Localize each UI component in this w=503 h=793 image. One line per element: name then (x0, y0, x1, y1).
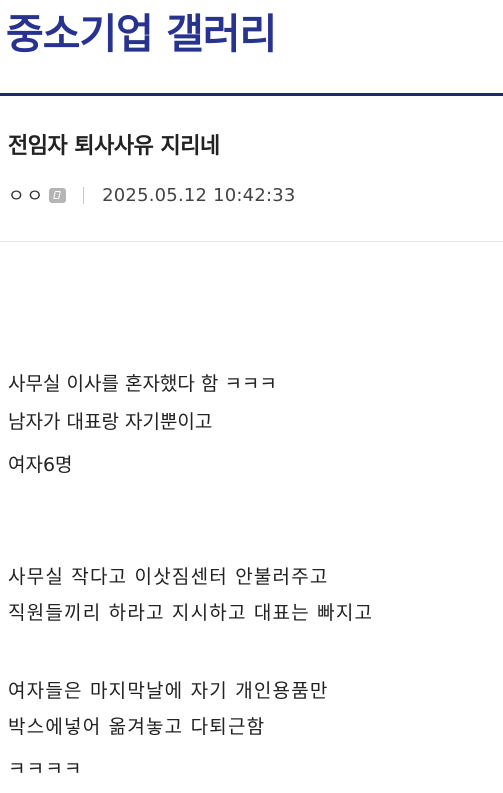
body-line: 사무실 작다고 이삿짐센터 안불러주고 (8, 566, 329, 588)
writer-badge-icon (49, 187, 67, 203)
body-line: 사무실 이사를 혼자했다 함 ㅋㅋㅋ (8, 373, 277, 395)
meta-divider (83, 186, 85, 204)
body-line: 직원들끼리 하라고 지시하고 대표는 빠지고 (8, 602, 374, 624)
author-name[interactable]: ㅇㅇ (8, 182, 45, 208)
post-date: 2025.05.12 10:42:33 (102, 184, 296, 206)
post-meta: ㅇㅇ 2025.05.12 10:42:33 (8, 182, 296, 208)
gallery-header: 중소기업 갤러리 (0, 0, 503, 96)
body-line: 남자가 대표랑 자기뿐이고 (8, 411, 213, 433)
post-title: 전임자 퇴사사유 지리네 (8, 134, 220, 159)
body-line: 박스에넣어 옮겨놓고 다퇴근함 (8, 716, 266, 738)
body-line: ㅋㅋㅋㅋ (8, 758, 83, 780)
body-line: 여자들은 마지막날에 자기 개인용품만 (8, 680, 329, 702)
body-line: 여자6명 (8, 454, 73, 476)
gallery-title[interactable]: 중소기업 갤러리 (6, 8, 277, 60)
meta-separator (0, 241, 503, 242)
